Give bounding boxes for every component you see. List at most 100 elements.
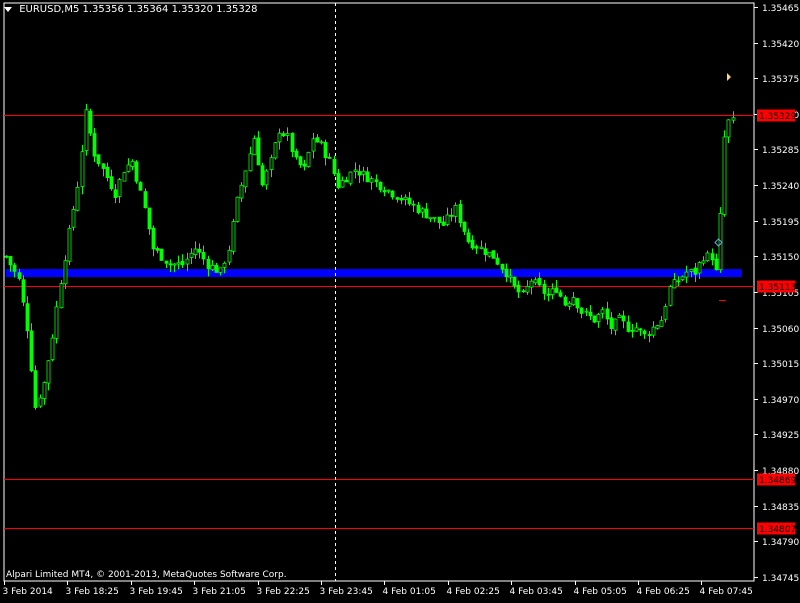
candle-body: [21, 279, 26, 303]
candle-body: [348, 171, 353, 184]
candle-body: [588, 311, 593, 317]
candle-body: [617, 314, 622, 318]
candle-body: [315, 137, 320, 143]
candle-body: [235, 196, 240, 222]
candle-body: [466, 232, 471, 243]
candle-body: [17, 272, 22, 280]
y-tick-label: 1.35195: [762, 218, 799, 228]
candle-body: [533, 279, 538, 284]
candle-body: [332, 159, 337, 175]
y-tick-label: 1.34925: [762, 431, 799, 441]
candle-body: [567, 302, 572, 307]
candle-body: [214, 264, 219, 273]
candle-body: [516, 284, 521, 293]
candle-body: [399, 197, 404, 201]
candle-body: [437, 216, 442, 224]
candle-body: [50, 337, 55, 360]
price-chart[interactable]: 1.354651.354201.353751.353301.352851.352…: [0, 0, 800, 600]
candle-body: [239, 184, 244, 199]
x-tick-label: 3 Feb 23:45: [320, 587, 373, 597]
price-label: 1.34807: [759, 525, 796, 535]
candle-body: [109, 176, 114, 190]
candle-body: [4, 255, 9, 258]
x-tick-label: 4 Feb 02:25: [447, 587, 500, 597]
close-value: 1.35328: [216, 4, 258, 15]
candle-body: [252, 138, 257, 156]
candle-body: [495, 257, 500, 265]
candle-body: [714, 258, 719, 271]
x-tick-label: 4 Feb 03:45: [510, 587, 563, 597]
candle-body: [92, 133, 97, 157]
candle-body: [12, 264, 17, 272]
candle-body: [185, 258, 190, 265]
candle-body: [369, 178, 374, 183]
y-tick-label: 1.35240: [762, 182, 799, 192]
candle-body: [302, 163, 307, 167]
candle-body: [88, 110, 93, 134]
candle-body: [96, 154, 101, 164]
candle-body: [378, 181, 383, 191]
x-tick-label: 3 Feb 21:05: [193, 587, 246, 597]
candle-body: [705, 252, 710, 262]
candle-body: [122, 172, 127, 182]
candle-body: [311, 138, 316, 152]
candle-body: [374, 179, 379, 182]
chart-background: [0, 0, 800, 600]
candle-body: [605, 308, 610, 320]
candle-body: [151, 227, 156, 250]
candle-body: [571, 297, 576, 305]
candle-body: [731, 117, 736, 121]
candle-body: [353, 169, 358, 172]
candle-body: [193, 248, 198, 256]
symbol-label: EURUSD,M5: [19, 4, 80, 15]
candle-body: [340, 179, 345, 188]
candle-body: [231, 221, 236, 252]
chart-menu-arrow-icon[interactable]: [4, 7, 12, 12]
x-tick-label: 4 Feb 07:45: [700, 587, 753, 597]
y-tick-label: 1.35420: [762, 40, 799, 50]
candle-body: [710, 253, 715, 261]
y-tick-label: 1.35015: [762, 360, 799, 370]
candle-body: [147, 207, 152, 230]
candle-body: [201, 252, 206, 260]
candle-body: [428, 217, 433, 220]
y-tick-label: 1.35150: [762, 253, 799, 263]
candle-body: [424, 208, 429, 219]
candle-body: [218, 267, 223, 273]
candle-body: [584, 310, 589, 313]
candle-body: [126, 164, 131, 172]
price-label: 1.35329: [759, 112, 796, 122]
support-band-layer: [6, 269, 742, 278]
x-tick-label: 4 Feb 01:05: [383, 587, 436, 597]
candle-body: [80, 151, 85, 187]
candle-body: [248, 153, 253, 172]
candle-body: [697, 262, 702, 274]
candle-body: [176, 262, 181, 265]
high-value: 1.35364: [127, 4, 169, 15]
candle-body: [579, 307, 584, 314]
candle-body: [474, 246, 479, 249]
candle-body: [227, 249, 232, 263]
candle-body: [575, 298, 580, 309]
candle-body: [67, 227, 72, 262]
candle-body: [600, 309, 605, 314]
candle-body: [155, 248, 160, 251]
candle-body: [642, 330, 647, 335]
candle-body: [680, 276, 685, 280]
candle-body: [390, 190, 395, 198]
candle-body: [59, 283, 64, 309]
candle-body: [273, 142, 278, 159]
candle-body: [386, 189, 391, 192]
candle-body: [521, 290, 526, 293]
chart-svg[interactable]: 1.354651.354201.353751.353301.352851.352…: [0, 0, 800, 600]
candle-body: [487, 251, 492, 257]
candle-body: [659, 320, 664, 327]
candle-body: [458, 204, 463, 223]
candle-body: [663, 306, 668, 320]
candle-body: [634, 327, 639, 332]
candle-body: [323, 141, 328, 159]
candle-body: [537, 277, 542, 286]
candle-body: [336, 173, 341, 188]
candle-body: [722, 136, 727, 215]
candle-body: [483, 248, 488, 255]
